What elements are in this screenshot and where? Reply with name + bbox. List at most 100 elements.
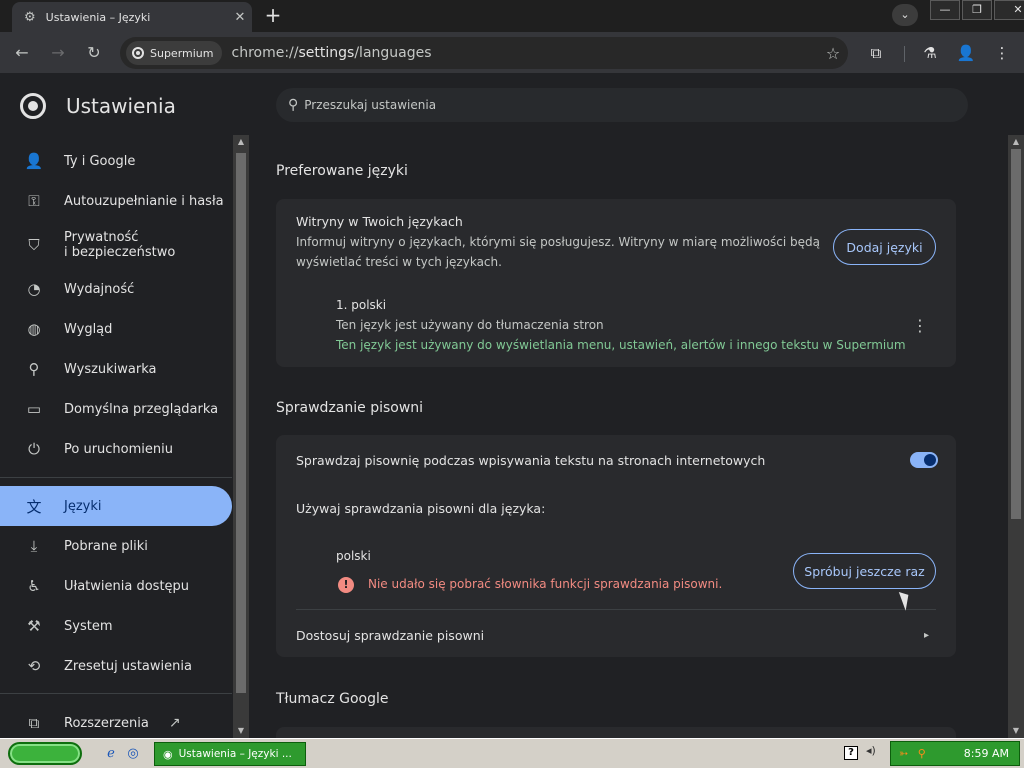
translate-card — [276, 727, 956, 738]
back-button[interactable]: ← — [10, 41, 34, 65]
spellcheck-card: Sprawdzaj pisownię podczas wpisywania te… — [276, 435, 956, 657]
chrome-icon: ◉ — [163, 747, 173, 761]
sidebar-item-label: Wydajność — [64, 281, 135, 297]
start-button[interactable] — [8, 742, 82, 765]
restore-button[interactable]: ❐ — [962, 0, 992, 20]
reload-button[interactable]: ↻ — [82, 41, 106, 65]
sidebar-item-system[interactable]: ⚒ System — [0, 606, 232, 646]
browser-quicklaunch-icon[interactable]: ◎ — [124, 745, 142, 763]
sidebar-item-downloads[interactable]: ⤓ Pobrane pliki — [0, 526, 232, 566]
browser-logo-icon — [132, 47, 144, 59]
os-taskbar: ℯ ◎ ◉ Ustawienia – Języki ... ? ◂) ➳ ⚲ 8… — [0, 738, 1024, 768]
sidebar-item-default-browser[interactable]: ▭ Domyślna przeglądarka — [0, 389, 232, 429]
help-icon[interactable]: ? — [844, 746, 858, 760]
sidebar-item-you-and-google[interactable]: 👤 Ty i Google — [0, 141, 232, 181]
language-ui-note: Ten język jest używany do wyświetlania m… — [336, 338, 906, 352]
sidebar-item-label: Ty i Google — [64, 153, 136, 169]
sidebar-item-extensions[interactable]: ⧉ Rozszerzenia ↗ — [0, 703, 232, 738]
accessibility-icon: ♿ — [27, 577, 41, 595]
new-tab-button[interactable]: + — [260, 4, 286, 28]
profile-icon[interactable]: 👤 — [954, 41, 978, 65]
person-icon: 👤 — [24, 152, 44, 170]
retry-button[interactable]: Spróbuj jeszcze raz — [793, 553, 936, 589]
sidebar-divider — [0, 693, 232, 694]
address-bar[interactable]: Supermium chrome://settings/languages ☆ — [120, 37, 848, 69]
minimize-button[interactable]: — — [930, 0, 960, 20]
chevron-right-icon[interactable]: ▸ — [924, 630, 929, 641]
url-text[interactable]: chrome://settings/languages — [232, 45, 819, 61]
card-divider — [296, 609, 936, 610]
section-title-preferred-languages: Preferowane języki — [276, 163, 408, 179]
sidebar-item-autofill[interactable]: ⚿ Autouzupełnianie i hasła — [0, 181, 232, 221]
tab-strip: ⚙ Ustawienia – Języki ✕ + ⌄ — ❐ ✕ — [0, 0, 1024, 32]
shield-icon: ⛉ — [28, 236, 40, 254]
main-scrollbar[interactable]: ▲ ▼ — [1008, 135, 1024, 738]
browser-toolbar: ← → ↻ Supermium chrome://settings/langua… — [0, 32, 1024, 74]
search-placeholder: Przeszukaj ustawienia — [304, 98, 437, 112]
browser-tab[interactable]: ⚙ Ustawienia – Języki ✕ — [12, 2, 252, 32]
tab-title: Ustawienia – Języki — [45, 10, 151, 24]
bookmark-star-icon[interactable]: ☆ — [818, 44, 848, 63]
speaker-icon[interactable]: ◂) — [866, 744, 876, 757]
sidebar-item-label: Prywatność i bezpieczeństwo — [64, 230, 175, 260]
add-languages-button[interactable]: Dodaj języki — [833, 229, 936, 265]
forward-button[interactable]: → — [46, 41, 70, 65]
sidebar-item-label: Po uruchomieniu — [64, 441, 173, 457]
spellcheck-error-message: Nie udało się pobrać słownika funkcji sp… — [368, 577, 723, 591]
ie-icon[interactable]: ℯ — [102, 745, 120, 763]
spellcheck-toggle-label: Sprawdzaj pisownię podczas wpisywania te… — [296, 453, 766, 468]
scroll-down-arrow-icon[interactable]: ▼ — [233, 724, 249, 738]
site-info-chip[interactable]: Supermium — [126, 41, 222, 65]
scroll-up-arrow-icon[interactable]: ▲ — [233, 135, 249, 149]
extensions-icon[interactable]: ⧉ — [864, 41, 888, 65]
toolbar-divider — [904, 46, 905, 62]
sidebar-item-label-line2: i bezpieczeństwo — [64, 245, 176, 260]
sidebar-item-label: Rozszerzenia — [64, 715, 149, 731]
main-scrollbar-thumb[interactable] — [1011, 149, 1021, 519]
sidebar-divider — [0, 477, 232, 478]
settings-search-input[interactable]: ⚲ Przeszukaj ustawienia — [276, 88, 968, 122]
sidebar-item-label: Zresetuj ustawienia — [64, 658, 192, 674]
puzzle-icon: ⧉ — [28, 714, 40, 732]
settings-sidebar: 👤 Ty i Google ⚿ Autouzupełnianie i hasła… — [0, 135, 232, 738]
menu-icon[interactable]: ⋮ — [990, 41, 1014, 65]
reset-icon: ⟲ — [27, 657, 41, 675]
sidebar-item-on-startup[interactable]: ⏻ Po uruchomieniu — [0, 429, 232, 469]
preferred-languages-card: Witryny w Twoich językach Informuj witry… — [276, 199, 956, 367]
sidebar-item-label: Wygląd — [64, 321, 113, 337]
download-icon: ⤓ — [30, 537, 38, 555]
scroll-up-arrow-icon[interactable]: ▲ — [1008, 135, 1024, 149]
sidebar-item-languages[interactable]: 文 Języki — [0, 486, 232, 526]
close-icon[interactable]: ✕ — [228, 10, 252, 25]
sidebar-item-reset[interactable]: ⟲ Zresetuj ustawienia — [0, 646, 232, 686]
screen: ⚙ Ustawienia – Języki ✕ + ⌄ — ❐ ✕ ← → ↻ … — [0, 0, 1024, 768]
tab-search-button[interactable]: ⌄ — [892, 4, 918, 26]
taskbar-window-button[interactable]: ◉ Ustawienia – Języki ... — [154, 742, 306, 766]
speedometer-icon: ◔ — [27, 280, 41, 298]
wrench-icon: ⚒ — [27, 617, 41, 635]
power-icon: ⏻ — [28, 440, 40, 458]
close-window-button[interactable]: ✕ — [994, 0, 1024, 20]
sidebar-scrollbar-thumb[interactable] — [236, 153, 246, 693]
gear-icon: ⚙ — [24, 9, 36, 25]
tray-icons[interactable]: ➳ ⚲ — [899, 747, 929, 760]
labs-icon[interactable]: ⚗ — [918, 41, 942, 65]
scroll-down-arrow-icon[interactable]: ▼ — [1008, 724, 1024, 738]
sidebar-item-appearance[interactable]: ◍ Wygląd — [0, 309, 232, 349]
sidebar-item-accessibility[interactable]: ♿ Ułatwienia dostępu — [0, 566, 232, 606]
spellcheck-toggle[interactable] — [910, 452, 938, 468]
sidebar-scrollbar[interactable]: ▲ ▼ — [233, 135, 249, 738]
card-description-line2: wyświetlać treści w tych językach. — [296, 255, 502, 269]
more-actions-icon[interactable]: ⋮ — [910, 316, 930, 335]
sidebar-item-privacy[interactable]: ⛉ Prywatność i bezpieczeństwo — [0, 224, 232, 266]
card-title: Witryny w Twoich językach — [296, 214, 463, 229]
browser-logo-icon — [20, 93, 46, 119]
palette-icon: ◍ — [27, 320, 41, 338]
page-title: Ustawienia — [66, 94, 176, 118]
spellcheck-language-name: polski — [336, 549, 371, 563]
customize-spellcheck-label[interactable]: Dostosuj sprawdzanie pisowni — [296, 628, 484, 643]
error-icon: ! — [338, 577, 354, 593]
sidebar-item-label: System — [64, 618, 113, 634]
sidebar-item-search-engine[interactable]: ⚲ Wyszukiwarka — [0, 349, 232, 389]
sidebar-item-performance[interactable]: ◔ Wydajność — [0, 269, 232, 309]
